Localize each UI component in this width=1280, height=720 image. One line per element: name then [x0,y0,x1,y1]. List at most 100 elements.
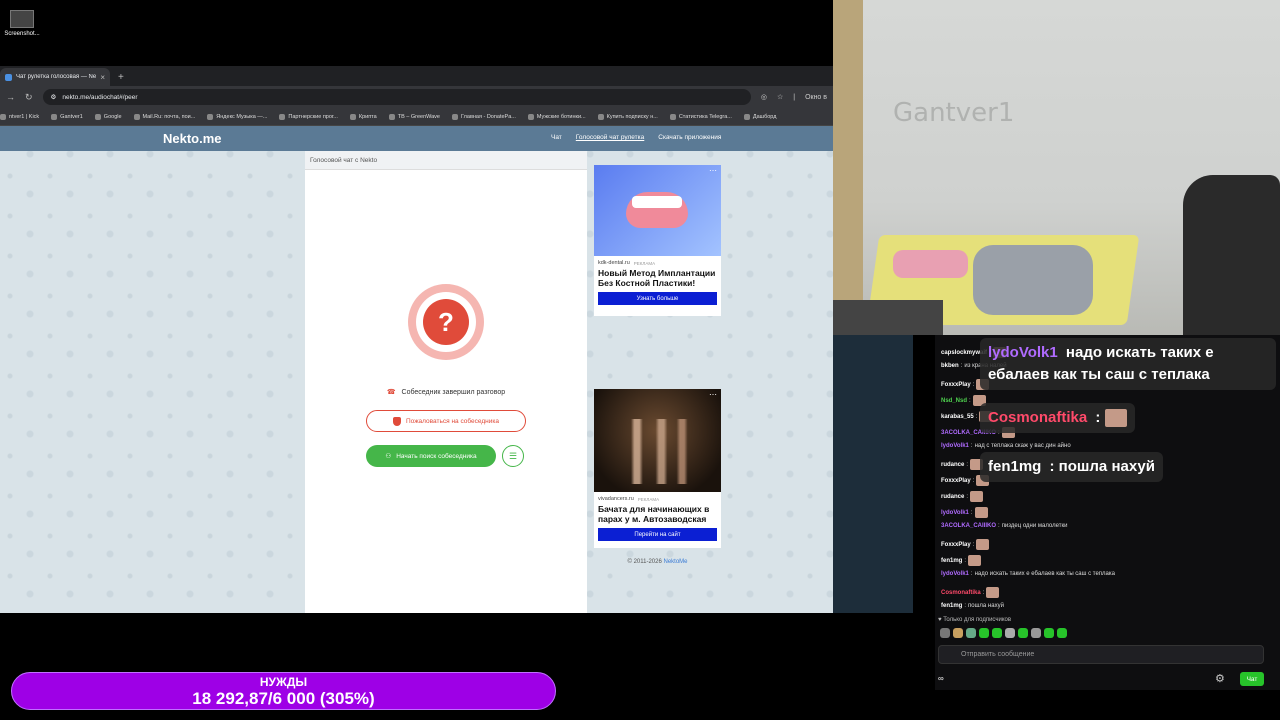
nav-chat[interactable]: Чат [551,134,562,141]
emote-icon[interactable] [1057,628,1067,638]
forward-icon[interactable]: → [6,92,15,102]
emote-icon[interactable] [1031,628,1041,638]
site-nav: Чат Голосовой чат рулетка Скачать прилож… [551,134,721,141]
start-search-button[interactable]: ⚇ Начать поиск собеседника [366,445,496,467]
bookmark-favicon-icon [527,113,534,120]
emote-icon [968,555,982,566]
emote-icon[interactable] [966,628,976,638]
nav-voice-chat[interactable]: Голосовой чат рулетка [576,134,644,141]
chat-message: fen1mg: пошла нахуй [941,603,1004,609]
chat-username[interactable]: FoxxxPlay [941,478,971,484]
bookmark-item[interactable]: ntver1 | Kick [0,113,39,120]
bookmark-label: Яндекс Музыка —... [216,113,268,120]
bookmark-favicon-icon [349,113,356,120]
ad-source: kdk-dental.ru РЕКЛАМА [594,256,721,268]
chat-separator: : [966,462,969,469]
chat-separator: : [975,414,978,421]
stream-background [833,335,913,613]
ad-menu-icon[interactable]: ⋯ [709,166,717,175]
channel-points[interactable]: ∞ [938,674,944,683]
bookmark-label: Мужские ботинки... [536,113,586,120]
site-logo[interactable]: Nekto.me [163,131,222,146]
bookmark-item[interactable]: Партнерские прог... [279,113,338,120]
emote-icon[interactable] [1018,628,1028,638]
ad-cta-button[interactable]: Узнать больше [598,292,717,306]
chat-username[interactable]: bkben [941,363,959,369]
copyright: © 2011-2026 NektoMe [594,559,721,565]
bookmark-label: TB – GreenWave [397,113,440,120]
emote-icon[interactable] [940,628,950,638]
ad-tag: РЕКЛАМА [637,496,660,502]
gear-icon[interactable]: ⚙ [1215,672,1225,685]
copyright-link[interactable]: NektoMe [664,559,688,565]
chat-text: пошла нахуй [968,603,1004,609]
bookmark-favicon-icon [743,113,750,120]
bookmark-item[interactable]: Статистика Telegra... [669,113,732,120]
emote-icon[interactable] [1005,628,1015,638]
bookmark-item[interactable]: Мужские ботинки... [527,113,586,120]
highlight-message-2: Cosmonaftika : [980,403,1135,433]
eye-off-icon[interactable]: ◎ [761,93,767,101]
ad-menu-icon[interactable]: ⋯ [709,390,717,399]
new-tab-icon[interactable]: + [110,72,132,86]
ad-cta-button[interactable]: Перейти на сайт [598,528,717,542]
bookmark-item[interactable]: Google [94,113,122,120]
filters-button[interactable]: ☰ [502,445,524,467]
highlight-text: : [1095,409,1101,426]
emote-icon[interactable] [992,628,1002,638]
bookmark-item[interactable]: Крипта [349,113,377,120]
start-search-label: Начать поиск собеседника [396,452,477,460]
ad-dance[interactable]: ⋯ vivadancers.ru РЕКЛАМА Бачата для начи… [594,389,721,548]
bookmark-item[interactable]: Яндекс Музыка —... [207,113,268,120]
bookmark-item[interactable]: TB – GreenWave [388,113,440,120]
chat-separator: : [964,558,967,565]
chat-username[interactable]: Nsd_Nsd [941,398,967,404]
reload-icon[interactable]: ↻ [25,92,33,103]
bookmark-item[interactable]: Главная - DonatePa... [452,113,516,120]
send-chat-button[interactable]: Чат [1240,672,1264,686]
bookmark-item[interactable]: Mail.Ru: почта, пои... [133,113,195,120]
star-icon[interactable]: ☆ [777,93,783,101]
tab-nekto[interactable]: Чат рулетка голосовая — Nekt × [0,68,110,86]
chat-username[interactable]: lydoVolk1 [941,443,969,449]
chat-message: 3ACOLKA_CAIIIKO: пиздец одни малолетки [941,523,1068,529]
chat-username[interactable]: lydoVolk1 [941,510,969,516]
blanket [973,245,1093,315]
bookmark-label: Крипта [358,113,377,120]
tab-title: Чат рулетка голосовая — Nekt [16,74,97,80]
bookmark-label: Статистика Telegra... [678,113,732,120]
window-button[interactable]: Окно в [805,94,827,101]
desktop-shortcut[interactable]: Screenshot... [2,10,42,37]
ad-title: Бачата для начинающих в парах у м. Автоз… [598,504,710,525]
emote-icon[interactable] [1044,628,1054,638]
nav-download[interactable]: Скачать приложения [658,134,721,141]
bookmark-item[interactable]: Gantver1 [51,113,83,120]
emote-icon[interactable] [979,628,989,638]
ad-source-domain: kdk-dental.ru [598,260,630,266]
chat-username[interactable]: fen1mg [941,558,962,564]
site-info-icon[interactable]: ⚙ [51,93,57,101]
chat-message: Cosmonaftika: [941,587,1000,598]
bookmark-label: Главная - DonatePa... [461,113,516,120]
emote-icon [976,539,990,550]
chat-username[interactable]: FoxxxPlay [941,382,971,388]
emote-icon[interactable] [953,628,963,638]
chat-username[interactable]: FoxxxPlay [941,542,971,548]
chat-text: над с теплака скаж у вас дин айно [974,443,1071,449]
chat-username[interactable]: lydoVolk1 [941,571,969,577]
chat-input[interactable]: Отправить сообщение [938,645,1264,664]
gaming-chair [1183,175,1280,335]
report-button[interactable]: Пожаловаться на собеседника [366,410,526,432]
chat-username[interactable]: karabas_55 [941,414,974,420]
address-bar[interactable]: ⚙ nekto.me/audiochat#/peer [42,89,751,105]
bookmark-item[interactable]: Купить подписку н... [597,113,658,120]
teeth-illustration [626,192,688,228]
close-tab-icon[interactable]: × [100,73,105,82]
chat-username[interactable]: rudance [941,462,964,468]
chat-username[interactable]: 3ACOLKA_CAIIIKO [941,523,996,529]
ad-dental[interactable]: ⋯ kdk-dental.ru РЕКЛАМА Новый Метод Импл… [594,165,721,316]
chat-username[interactable]: rudance [941,494,964,500]
bookmark-item[interactable]: Дашборд [743,113,776,120]
chat-username[interactable]: fen1mg [941,603,962,609]
chat-username[interactable]: Cosmonaftika [941,590,981,596]
